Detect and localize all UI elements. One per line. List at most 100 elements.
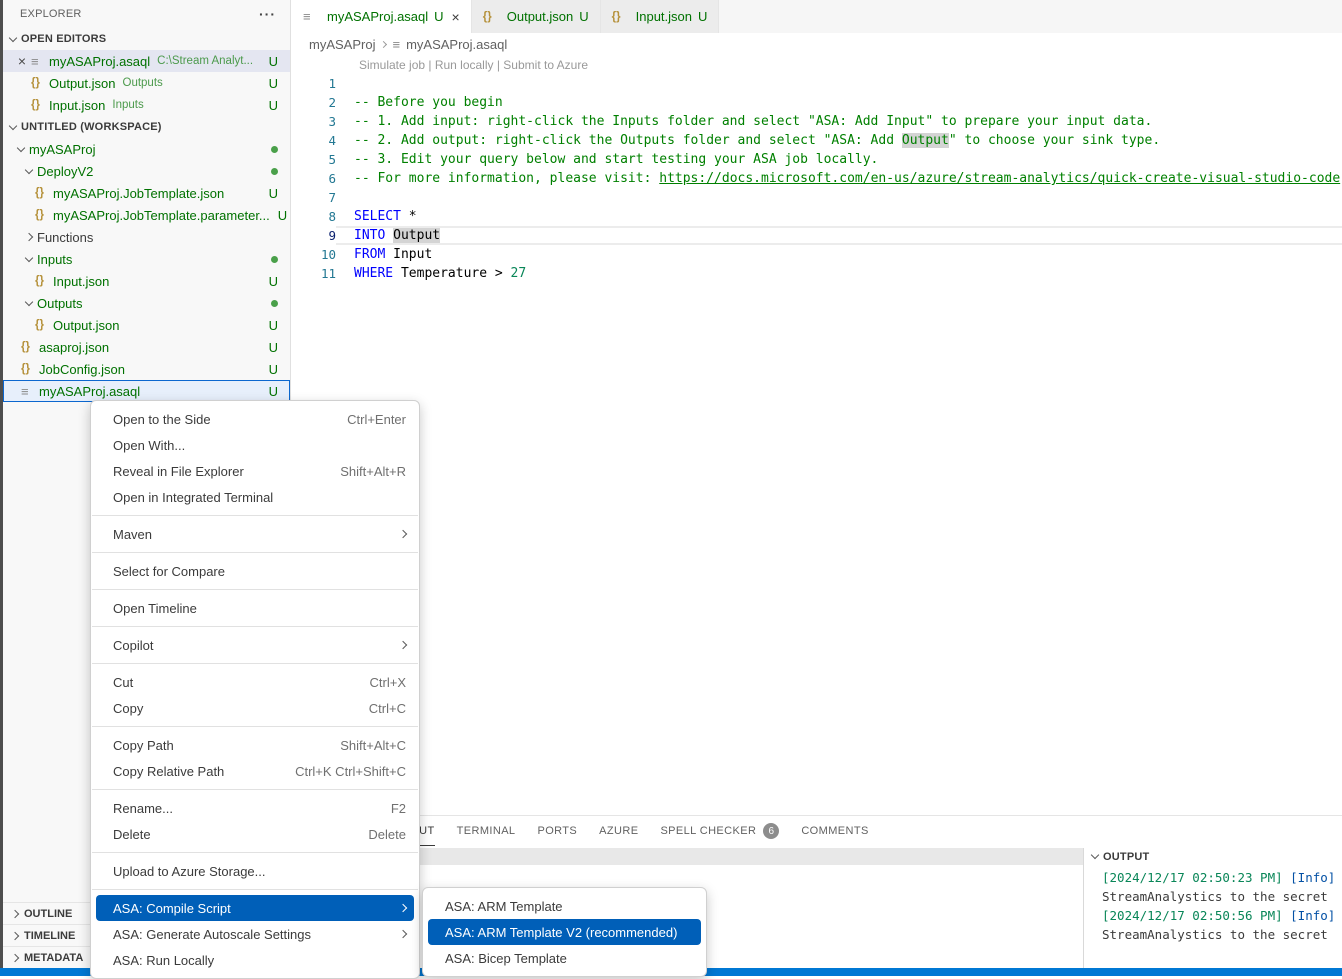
tree-item-myasaproj-asaql[interactable]: ≡myASAProj.asaqlU [3,380,290,402]
menu-item-copy-relative-path[interactable]: Copy Relative PathCtrl+K Ctrl+Shift+C [91,758,419,784]
tree-item-outputs[interactable]: Outputs [3,292,290,314]
menu-item-asa-compile-script[interactable]: ASA: Compile Script [96,895,414,921]
menu-item-label: Delete [113,827,151,842]
json-file-icon: {} [612,11,630,23]
menu-item-label: Rename... [113,801,173,816]
panel-tab-comments[interactable]: COMMENTS [801,816,868,846]
code-line-10: 10FROM Input [292,245,1342,264]
tree-item-input-json[interactable]: {}Input.jsonU [3,270,290,292]
tab-label: Output.json [507,9,574,24]
menu-item-copy-path[interactable]: Copy PathShift+Alt+C [91,732,419,758]
output-section-header[interactable]: OUTPUT [1084,848,1342,865]
menu-separator [92,663,418,664]
menu-item-maven[interactable]: Maven [91,521,419,547]
menu-item-asa-generate-autoscale-settings[interactable]: ASA: Generate Autoscale Settings [91,921,419,947]
tree-item-inputs[interactable]: Inputs [3,248,290,270]
file-label: Output.json [49,76,116,91]
panel-tab-ports[interactable]: PORTS [537,816,577,846]
menu-item-rename[interactable]: Rename...F2 [91,795,419,821]
modified-dot-icon [271,146,278,153]
panel-tab-label: COMMENTS [801,825,868,837]
menu-item-label: Select for Compare [113,564,225,579]
menu-item-label: Upload to Azure Storage... [113,864,265,879]
code-editor[interactable]: 12-- Before you begin3-- 1. Add input: r… [292,74,1342,283]
breadcrumb-file[interactable]: myASAProj.asaql [406,37,507,52]
menu-item-asa-arm-template-v2-recommended[interactable]: ASA: ARM Template V2 (recommended) [428,919,701,945]
tab-input-json[interactable]: {}Input.jsonU [601,0,720,33]
menu-item-label: ASA: Bicep Template [445,951,567,966]
chevron-down-icon [21,258,37,261]
menu-item-label: ASA: ARM Template [445,899,563,914]
tree-item-label: Output.json [53,318,120,333]
menu-item-copilot[interactable]: Copilot [91,632,419,658]
code-line-11: 11WHERE Temperature > 27 [292,264,1342,283]
asaql-file-icon: ≡ [21,384,39,399]
menu-item-asa-bicep-template[interactable]: ASA: Bicep Template [423,945,706,971]
open-editor-myasaproj-asaql[interactable]: ×≡myASAProj.asaqlC:\Stream Analyt...U [3,50,290,72]
menu-item-open-timeline[interactable]: Open Timeline [91,595,419,621]
tree-item-myasaproj[interactable]: myASAProj [3,138,290,160]
code-line-content: -- 1. Add input: right-click the Inputs … [336,112,1342,131]
git-status-badge: U [261,274,278,289]
menu-separator [92,589,418,590]
git-status-badge: U [579,9,588,24]
file-label: myASAProj.asaql [49,54,150,69]
menu-item-label: Cut [113,675,133,690]
code-line-3: 3-- 1. Add input: right-click the Inputs… [292,112,1342,131]
open-editor-input-json[interactable]: {}Input.jsonInputsU [3,94,290,116]
tab-label: myASAProj.asaql [327,9,428,24]
modified-dot-icon [271,168,278,175]
panel-tab-label: SPELL CHECKER [660,825,756,837]
menu-item-copy[interactable]: CopyCtrl+C [91,695,419,721]
close-icon[interactable]: × [13,53,31,69]
menu-item-upload-to-azure-storage[interactable]: Upload to Azure Storage... [91,858,419,884]
tree-item-jobconfig-json[interactable]: {}JobConfig.jsonU [3,358,290,380]
menu-item-cut[interactable]: CutCtrl+X [91,669,419,695]
tree-item-myasaproj-jobtemplate-json[interactable]: {}myASAProj.JobTemplate.jsonU [3,182,290,204]
tab-label: Input.json [636,9,692,24]
menu-item-open-to-the-side[interactable]: Open to the Side Ctrl+Enter [91,406,419,432]
menu-item-open-with[interactable]: Open With... [91,432,419,458]
log-line: StreamAnalystics to the secret [1102,925,1342,944]
tree-item-output-json[interactable]: {}Output.jsonU [3,314,290,336]
menu-item-asa-run-locally[interactable]: ASA: Run Locally [91,947,419,973]
breadcrumb-folder[interactable]: myASAProj [309,37,375,52]
more-actions-icon[interactable]: ··· [259,6,276,22]
workspace-header[interactable]: UNTITLED (WORKSPACE) [3,116,290,138]
menu-item-open-in-integrated-terminal[interactable]: Open in Integrated Terminal [91,484,419,510]
open-editor-output-json[interactable]: {}Output.jsonOutputsU [3,72,290,94]
menu-separator [92,852,418,853]
menu-item-reveal-in-file-explorer[interactable]: Reveal in File ExplorerShift+Alt+R [91,458,419,484]
menu-item-select-for-compare[interactable]: Select for Compare [91,558,419,584]
code-line-content [336,188,1342,207]
git-status-badge: U [434,9,443,24]
codelens-actions[interactable]: Simulate job | Run locally | Submit to A… [359,58,588,72]
code-line-2: 2-- Before you begin [292,93,1342,112]
close-icon[interactable]: × [452,9,460,25]
panel-tab-azure[interactable]: AZURE [599,816,638,846]
tree-item-functions[interactable]: Functions [3,226,290,248]
tree-item-asaproj-json[interactable]: {}asaproj.jsonU [3,336,290,358]
panel-tab-terminal[interactable]: TERMINAL [457,816,516,846]
tab-output-json[interactable]: {}Output.jsonU [472,0,601,33]
code-line-9: 9INTO Output [292,226,1342,245]
tree-item-deployv2[interactable]: DeployV2 [3,160,290,182]
panel-tab-label: PORTS [537,825,577,837]
tree-item-myasaproj-jobtemplate-parameter[interactable]: {}myASAProj.JobTemplate.parameter...U [3,204,290,226]
tree-item-label: JobConfig.json [39,362,125,377]
code-line-content: -- 3. Edit your query below and start te… [336,150,1342,169]
panel-tab-spell-checker[interactable]: SPELL CHECKER6 [660,816,779,846]
output-log: [2024/12/17 02:50:23 PM] [Info]StreamAna… [1084,865,1342,944]
menu-item-delete[interactable]: DeleteDelete [91,821,419,847]
tree-item-label: DeployV2 [37,164,93,179]
json-file-icon: {} [21,363,39,375]
line-number: 9 [292,226,336,245]
menu-item-label: ASA: Compile Script [113,901,231,916]
tab-myasaproj-asaql[interactable]: ≡myASAProj.asaqlU× [292,0,472,33]
menu-shortcut: Ctrl+Enter [331,412,406,427]
menu-item-asa-arm-template[interactable]: ASA: ARM Template [423,893,706,919]
open-editors-header[interactable]: OPEN EDITORS [3,28,290,50]
line-number: 11 [292,264,336,283]
chevron-down-icon [21,170,37,173]
menu-item-label: Open to the Side [113,412,211,427]
